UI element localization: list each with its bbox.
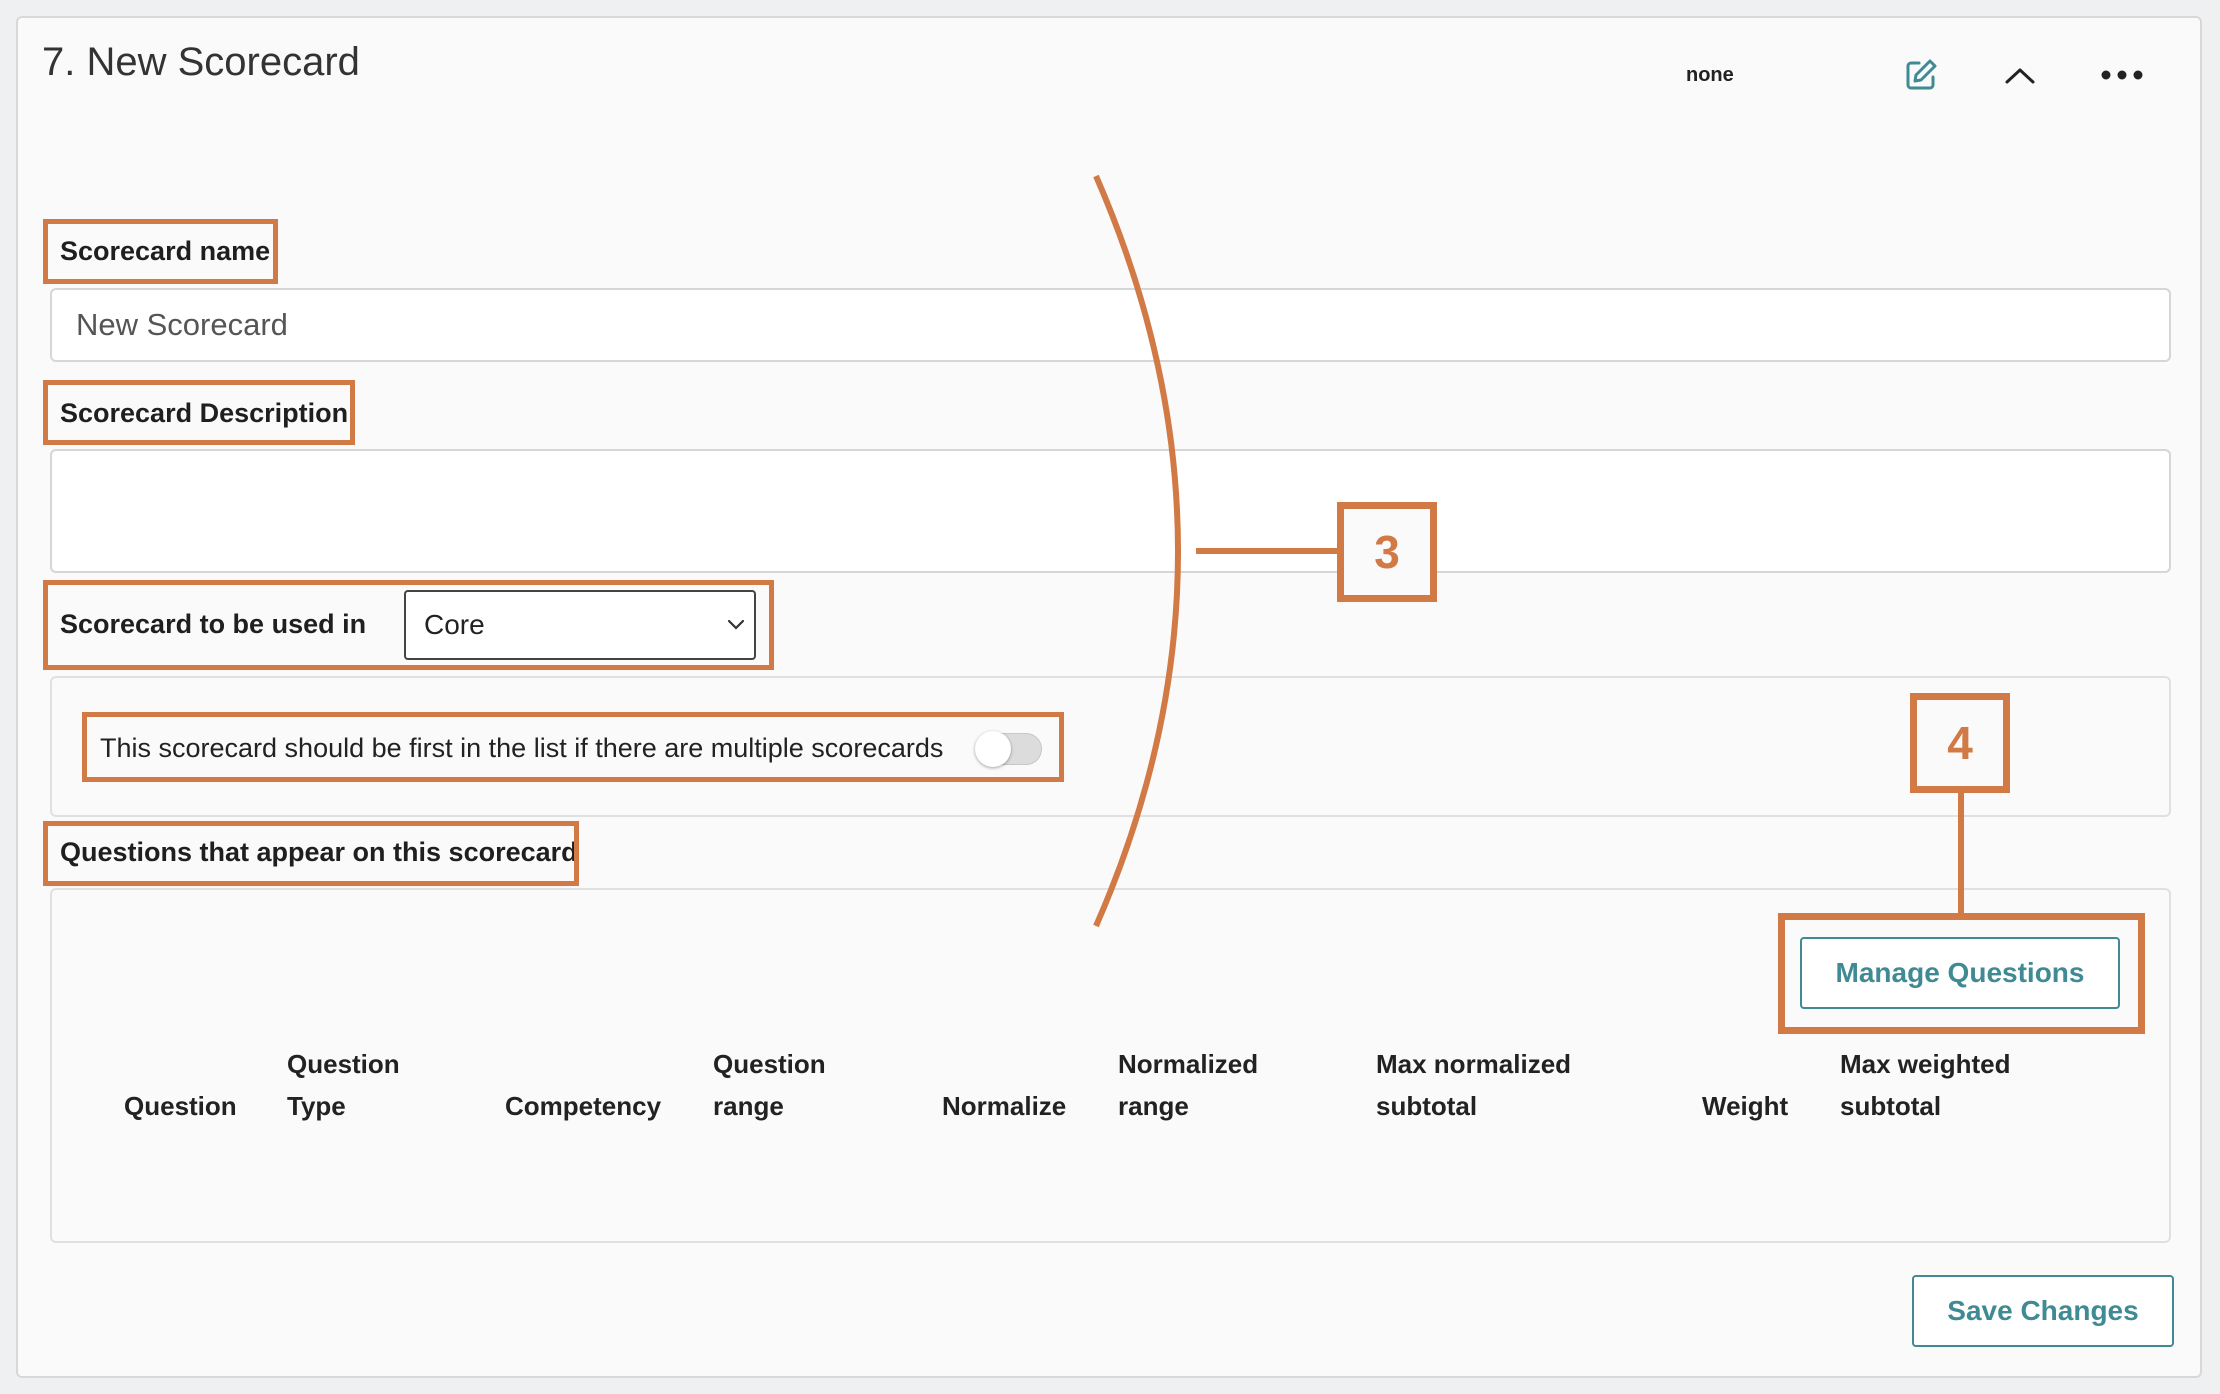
annotation-bracket-3 — [1093, 174, 1181, 928]
annotation-callout-3: 3 — [1337, 502, 1437, 602]
annotation-callout-4: 4 — [1910, 693, 2010, 793]
annotation-connectors — [1093, 174, 1964, 928]
